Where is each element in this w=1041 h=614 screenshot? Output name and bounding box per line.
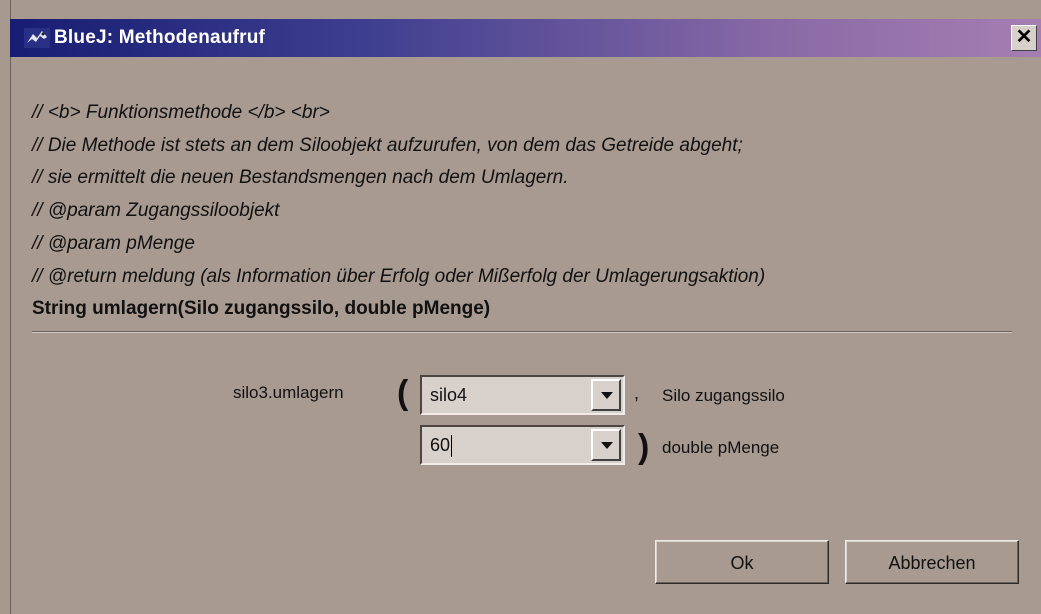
ok-button[interactable]: Ok (655, 540, 829, 584)
comment-line: // @param Zugangssiloobjekt (32, 200, 280, 221)
window-frame-left (0, 0, 11, 614)
separator (32, 331, 1012, 333)
comment-line: // @return meldung (als Information über… (32, 266, 766, 287)
open-paren: ( (397, 374, 409, 412)
close-paren: ) (638, 428, 650, 466)
param-pmenge-combo[interactable]: 60 (420, 425, 625, 465)
method-call-dialog: BlueJ: Methodenaufruf ✕ // <b> Funktions… (0, 0, 1041, 614)
param-zugangssilo-combo[interactable]: silo4 (420, 375, 625, 415)
dropdown-arrow-icon[interactable] (591, 429, 621, 461)
method-signature: String umlagern(Silo zugangssilo, double… (32, 298, 491, 319)
text-caret (451, 435, 453, 458)
param-type-label: Silo zugangssilo (662, 386, 785, 405)
comment-line: // @param pMenge (32, 233, 195, 254)
close-icon: ✕ (1015, 26, 1033, 48)
window-frame-top (0, 0, 1041, 19)
call-target-label: silo3.umlagern (233, 383, 344, 402)
comment-line: // sie ermittelt die neuen Bestandsmenge… (32, 167, 569, 188)
cancel-button[interactable]: Abbrechen (845, 540, 1019, 584)
param-pmenge-value: 60 (430, 435, 451, 455)
bluej-bird-icon (24, 28, 50, 48)
param-separator-comma: , (634, 383, 640, 403)
comment-line: // Die Methode ist stets an dem Siloobje… (32, 135, 743, 156)
title-bar[interactable]: BlueJ: Methodenaufruf ✕ (10, 19, 1041, 57)
window-title: BlueJ: Methodenaufruf (54, 27, 266, 48)
param-type-label: double pMenge (662, 438, 780, 457)
close-button[interactable]: ✕ (1011, 25, 1037, 51)
comment-line: // <b> Funktionsmethode </b> <br> (32, 102, 330, 123)
param-zugangssilo-input[interactable]: silo4 (424, 379, 589, 411)
dropdown-arrow-icon[interactable] (591, 379, 621, 411)
param-pmenge-input[interactable]: 60 (424, 429, 589, 461)
